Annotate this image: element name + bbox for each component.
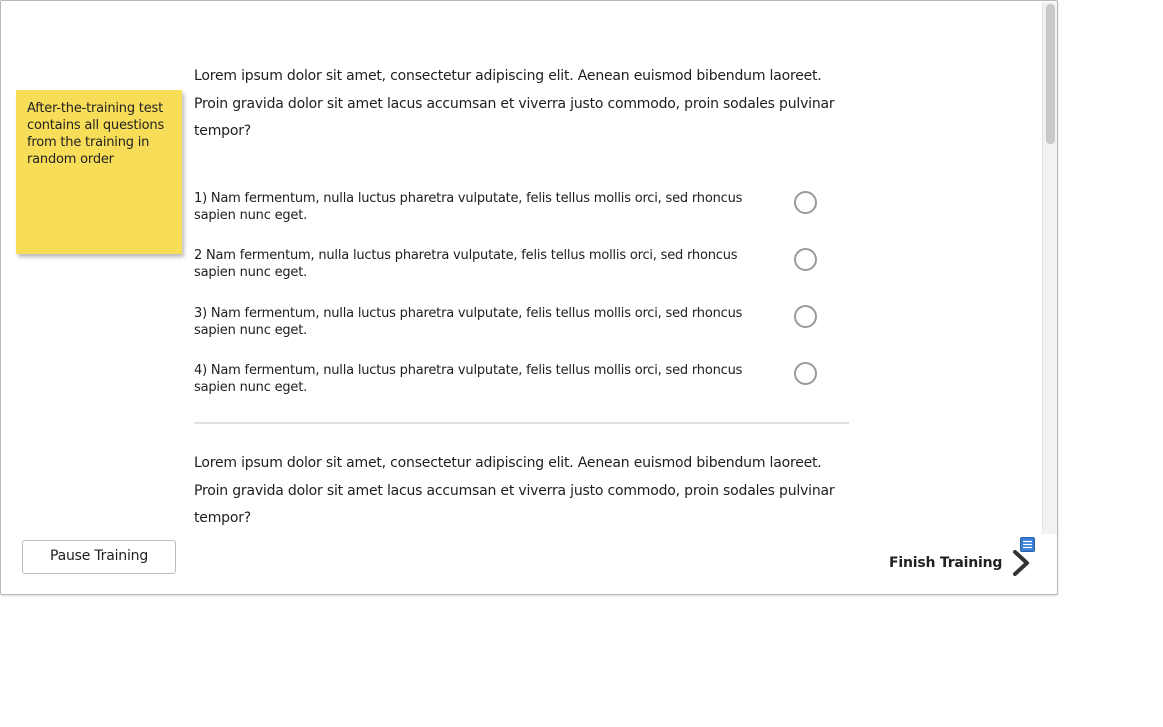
answer-option-2: 2 Nam fermentum, nulla luctus pharetra v…: [194, 248, 738, 280]
question-text-2: Lorem ipsum dolor sit amet, consectetur …: [194, 455, 835, 526]
question-divider: [194, 422, 849, 424]
finish-training-label: Finish Training: [889, 555, 1003, 571]
finish-training-button[interactable]: Finish Training: [889, 546, 1032, 580]
answer-radio-3[interactable]: [794, 305, 817, 328]
chevron-right-icon: [1013, 550, 1030, 576]
sticky-note: After-the-training test contains all que…: [16, 90, 182, 254]
question-text: Lorem ipsum dolor sit amet, consectetur …: [194, 68, 835, 139]
sticky-note-text: After-the-training test contains all que…: [27, 101, 165, 167]
note-icon[interactable]: [1020, 537, 1035, 552]
training-window: After-the-training test contains all que…: [0, 0, 1058, 595]
vertical-scrollbar[interactable]: [1042, 2, 1057, 534]
answer-radio-4[interactable]: [794, 362, 817, 385]
answer-option-3: 3) Nam fermentum, nulla luctus pharetra …: [194, 306, 743, 338]
answer-option-1: 1) Nam fermentum, nulla luctus pharetra …: [194, 191, 743, 223]
pause-training-button[interactable]: Pause Training: [22, 540, 176, 574]
answer-radio-2[interactable]: [794, 248, 817, 271]
answer-radio-1[interactable]: [794, 191, 817, 214]
scrollbar-thumb[interactable]: [1046, 4, 1055, 144]
answer-option-4: 4) Nam fermentum, nulla luctus pharetra …: [194, 363, 743, 395]
